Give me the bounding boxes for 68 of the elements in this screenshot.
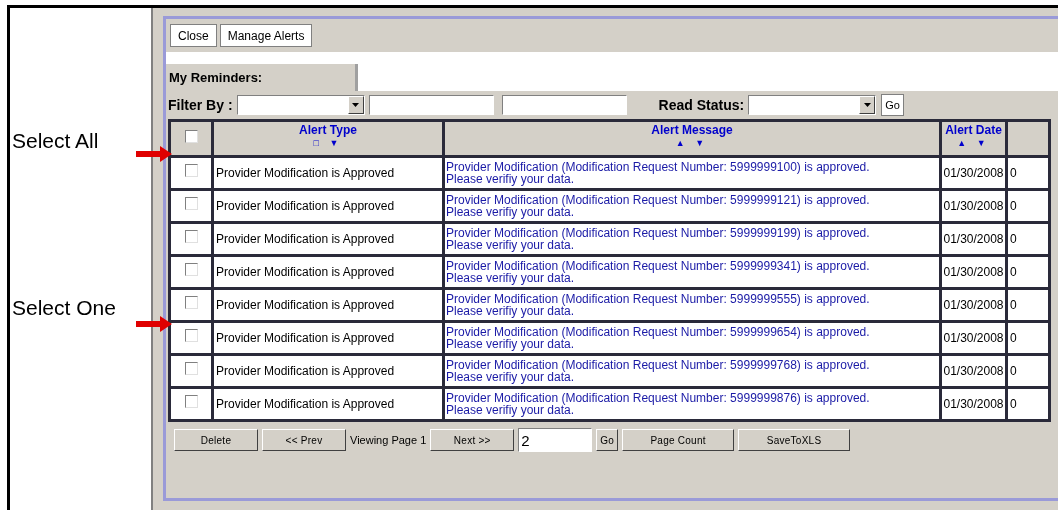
annotation-label: Select One: [12, 295, 116, 321]
alert-message-link[interactable]: Provider Modification (Modification Request Number: 5999999876) is approved. Please verifiy your data.: [445, 389, 939, 419]
table-cell: Provider Modification is Approved: [214, 191, 442, 221]
checkbox[interactable]: [184, 230, 198, 243]
checkbox[interactable]: [184, 197, 198, 210]
alert-message-link[interactable]: Provider Modification (Modification Request Number: 5999999768) is approved. Please verifiy your data.: [445, 356, 939, 386]
caret-icon: [859, 96, 876, 114]
table-cell: 0: [1008, 389, 1048, 419]
column-header[interactable]: Alert Message ▲ ▼: [445, 122, 939, 155]
go-button[interactable]: Go: [596, 429, 619, 451]
tab[interactable]: My Reminders:: [166, 64, 358, 91]
alert-message-link[interactable]: Provider Modification (Modification Request Number: 5999999341) is approved. Please verifiy your data.: [445, 257, 939, 287]
arrow-icon: [136, 146, 172, 162]
dropdown[interactable]: [236, 95, 365, 115]
checkbox[interactable]: [184, 329, 198, 342]
next-button[interactable]: Next >>: [430, 429, 515, 451]
table-cell: Provider Modification is Approved: [214, 356, 442, 386]
table-cell: Provider Modification is Approved: [214, 290, 442, 320]
table-cell: 0: [1008, 224, 1048, 254]
prev-button[interactable]: << Prev: [262, 429, 346, 451]
alert-message-link[interactable]: Provider Modification (Modification Request Number: 5999999100) is approved. Please verifiy your data.: [445, 158, 939, 188]
alert-message-link[interactable]: Provider Modification (Modification Request Number: 5999999654) is approved. Please verifiy your data.: [445, 323, 939, 353]
save-to-xls-button[interactable]: SaveToXLS: [738, 429, 851, 451]
input-field[interactable]: [368, 95, 494, 115]
table-cell: 01/30/2008: [942, 158, 1005, 188]
dropdown[interactable]: [748, 95, 877, 115]
caret-icon: [347, 96, 364, 114]
table-cell: Provider Modification is Approved: [214, 389, 442, 419]
column-header[interactable]: Alert Date ▲ ▼: [942, 122, 1005, 155]
read-status-label: Read Status:: [658, 95, 745, 115]
table-cell: Provider Modification is Approved: [214, 158, 442, 188]
table-cell: 0: [1008, 191, 1048, 221]
alert-message-link[interactable]: Provider Modification (Modification Request Number: 5999999555) is approved. Please verifiy your data.: [445, 290, 939, 320]
page-status: Viewing Page 1: [350, 432, 427, 448]
checkbox[interactable]: [184, 296, 198, 309]
checkbox[interactable]: [184, 362, 198, 375]
arrow-icon: [136, 316, 172, 332]
page-count-button[interactable]: Page Count: [622, 429, 735, 451]
delete-button[interactable]: Delete: [174, 429, 258, 451]
table-cell: 01/30/2008: [942, 191, 1005, 221]
toolbar-button[interactable]: Manage Alerts: [219, 24, 313, 47]
table-cell: 0: [1008, 323, 1048, 353]
table-cell: 0: [1008, 290, 1048, 320]
alert-message-link[interactable]: Provider Modification (Modification Request Number: 5999999199) is approved. Please verifiy your data.: [445, 224, 939, 254]
table-cell: 0: [1008, 158, 1048, 188]
checkbox[interactable]: [184, 395, 198, 408]
alert-message-link[interactable]: Provider Modification (Modification Request Number: 5999999121) is approved. Please verifiy your data.: [445, 191, 939, 221]
table-cell: Provider Modification is Approved: [214, 257, 442, 287]
go-button[interactable]: Go: [881, 94, 904, 116]
annotation-label: Select All: [12, 128, 99, 154]
column-header[interactable]: Alert Type □ ▼: [214, 122, 442, 155]
table-cell: 01/30/2008: [942, 356, 1005, 386]
toolbar-button[interactable]: Close: [170, 24, 217, 47]
table-cell: 01/30/2008: [942, 323, 1005, 353]
checkbox[interactable]: [184, 129, 198, 143]
table-cell: 0: [1008, 356, 1048, 386]
table-cell: 0: [1008, 257, 1048, 287]
checkbox[interactable]: [184, 263, 198, 276]
table-cell: 01/30/2008: [942, 290, 1005, 320]
table-cell: Provider Modification is Approved: [214, 323, 442, 353]
input-field[interactable]: [501, 95, 627, 115]
table-cell: 01/30/2008: [942, 224, 1005, 254]
table-cell: 01/30/2008: [942, 389, 1005, 419]
filter-label: Filter By :: [168, 95, 233, 115]
page-input[interactable]: 2: [518, 428, 593, 452]
table-cell: 01/30/2008: [942, 257, 1005, 287]
checkbox[interactable]: [184, 164, 198, 177]
table-cell: Provider Modification is Approved: [214, 224, 442, 254]
